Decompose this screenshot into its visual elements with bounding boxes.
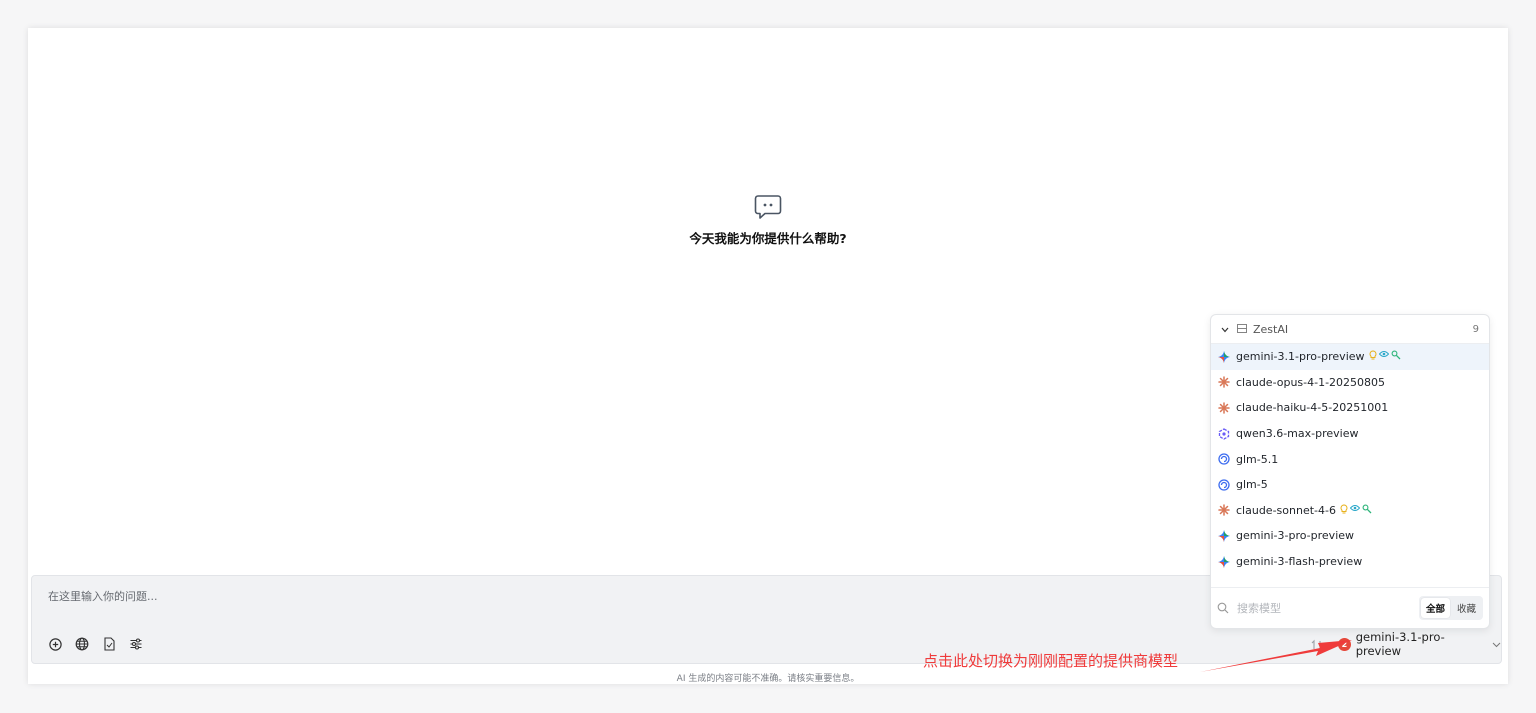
reasoning-icon <box>1340 504 1348 517</box>
model-option[interactable]: glm-5.1 <box>1211 446 1489 472</box>
gemini-icon <box>1217 350 1230 363</box>
model-name: qwen3.6-max-preview <box>1236 427 1359 441</box>
model-name: claude-sonnet-4-6 <box>1236 503 1336 517</box>
send-icon[interactable] <box>1310 637 1324 651</box>
reasoning-icon <box>1369 350 1377 363</box>
filter-favorites-button[interactable]: 收藏 <box>1452 598 1481 618</box>
claude-icon <box>1217 376 1230 389</box>
qwen-icon <box>1217 427 1230 440</box>
vision-icon <box>1349 504 1361 517</box>
model-search-bar: 全部 收藏 <box>1211 587 1489 628</box>
search-icon <box>1217 599 1229 618</box>
model-selector-button[interactable]: 2 gemini-3.1-pro-preview <box>1338 630 1501 658</box>
model-name: gemini-3-pro-preview <box>1236 529 1355 543</box>
chat-window: 今天我能为你提供什么帮助? 在这里输入你的问题... 2 gemini-3.1-… <box>28 28 1508 684</box>
gemini-icon <box>1217 529 1230 542</box>
filter-all-button[interactable]: 全部 <box>1420 598 1450 618</box>
current-model-label: gemini-3.1-pro-preview <box>1355 630 1445 658</box>
chevron-down-icon <box>1492 637 1501 651</box>
model-option[interactable]: qwen3.6-max-preview <box>1211 421 1489 447</box>
model-search-input[interactable] <box>1235 600 1409 616</box>
composer-toolbar <box>48 637 143 651</box>
model-filter-toggle: 全部 收藏 <box>1418 596 1483 620</box>
model-name: gemini-3-flash-preview <box>1236 555 1363 569</box>
add-icon[interactable] <box>48 637 62 651</box>
capability-icons <box>1340 504 1372 517</box>
model-name: glm-5.1 <box>1236 452 1279 466</box>
provider-icon <box>1237 323 1247 336</box>
chat-bubble-icon <box>28 194 1508 220</box>
message-input[interactable]: 在这里输入你的问题... <box>48 588 158 604</box>
provider-badge: 2 <box>1338 637 1351 651</box>
model-option[interactable]: gemini-3-flash-preview <box>1211 549 1489 575</box>
model-option[interactable]: gemini-3-pro-preview <box>1211 523 1489 549</box>
model-name: claude-haiku-4-5-20251001 <box>1236 401 1389 415</box>
gemini-icon <box>1217 555 1230 568</box>
vision-icon <box>1378 350 1389 363</box>
model-name: gemini-3.1-pro-preview <box>1236 350 1365 364</box>
tools-icon <box>1391 350 1401 363</box>
model-option[interactable]: claude-haiku-4-5-20251001 <box>1211 395 1489 421</box>
sliders-icon[interactable] <box>129 637 143 651</box>
model-name: glm-5 <box>1236 478 1268 492</box>
model-list: gemini-3.1-pro-preview claude-opus-4-1-20… <box>1211 344 1489 574</box>
model-name: claude-opus-4-1-20250805 <box>1236 375 1386 389</box>
provider-name: ZestAI <box>1253 322 1289 336</box>
document-icon[interactable] <box>102 637 116 651</box>
model-dropdown: ZestAI 9 gemini-3.1-pro-preview claude-op… <box>1210 314 1490 629</box>
tools-icon <box>1362 504 1372 517</box>
model-option[interactable]: claude-opus-4-1-20250805 <box>1211 370 1489 396</box>
provider-group-header[interactable]: ZestAI 9 <box>1211 315 1489 344</box>
welcome-heading: 今天我能为你提供什么帮助? <box>689 231 847 246</box>
chevron-down-icon <box>1221 323 1229 336</box>
glm-icon <box>1217 478 1230 491</box>
annotation-callout: 点击此处切换为刚刚配置的提供商模型 <box>923 652 1179 670</box>
globe-icon[interactable] <box>75 637 89 651</box>
model-option[interactable]: claude-sonnet-4-6 <box>1211 498 1489 524</box>
empty-state: 今天我能为你提供什么帮助? <box>28 194 1508 247</box>
claude-icon <box>1217 401 1230 414</box>
model-option[interactable]: glm-5 <box>1211 472 1489 498</box>
model-count: 9 <box>1472 323 1479 335</box>
disclaimer: AI 生成的内容可能不准确。请核实重要信息。 <box>676 674 860 684</box>
model-option[interactable]: gemini-3.1-pro-preview <box>1211 344 1489 370</box>
glm-icon <box>1217 453 1230 466</box>
claude-icon <box>1217 504 1230 517</box>
capability-icons <box>1369 350 1401 363</box>
